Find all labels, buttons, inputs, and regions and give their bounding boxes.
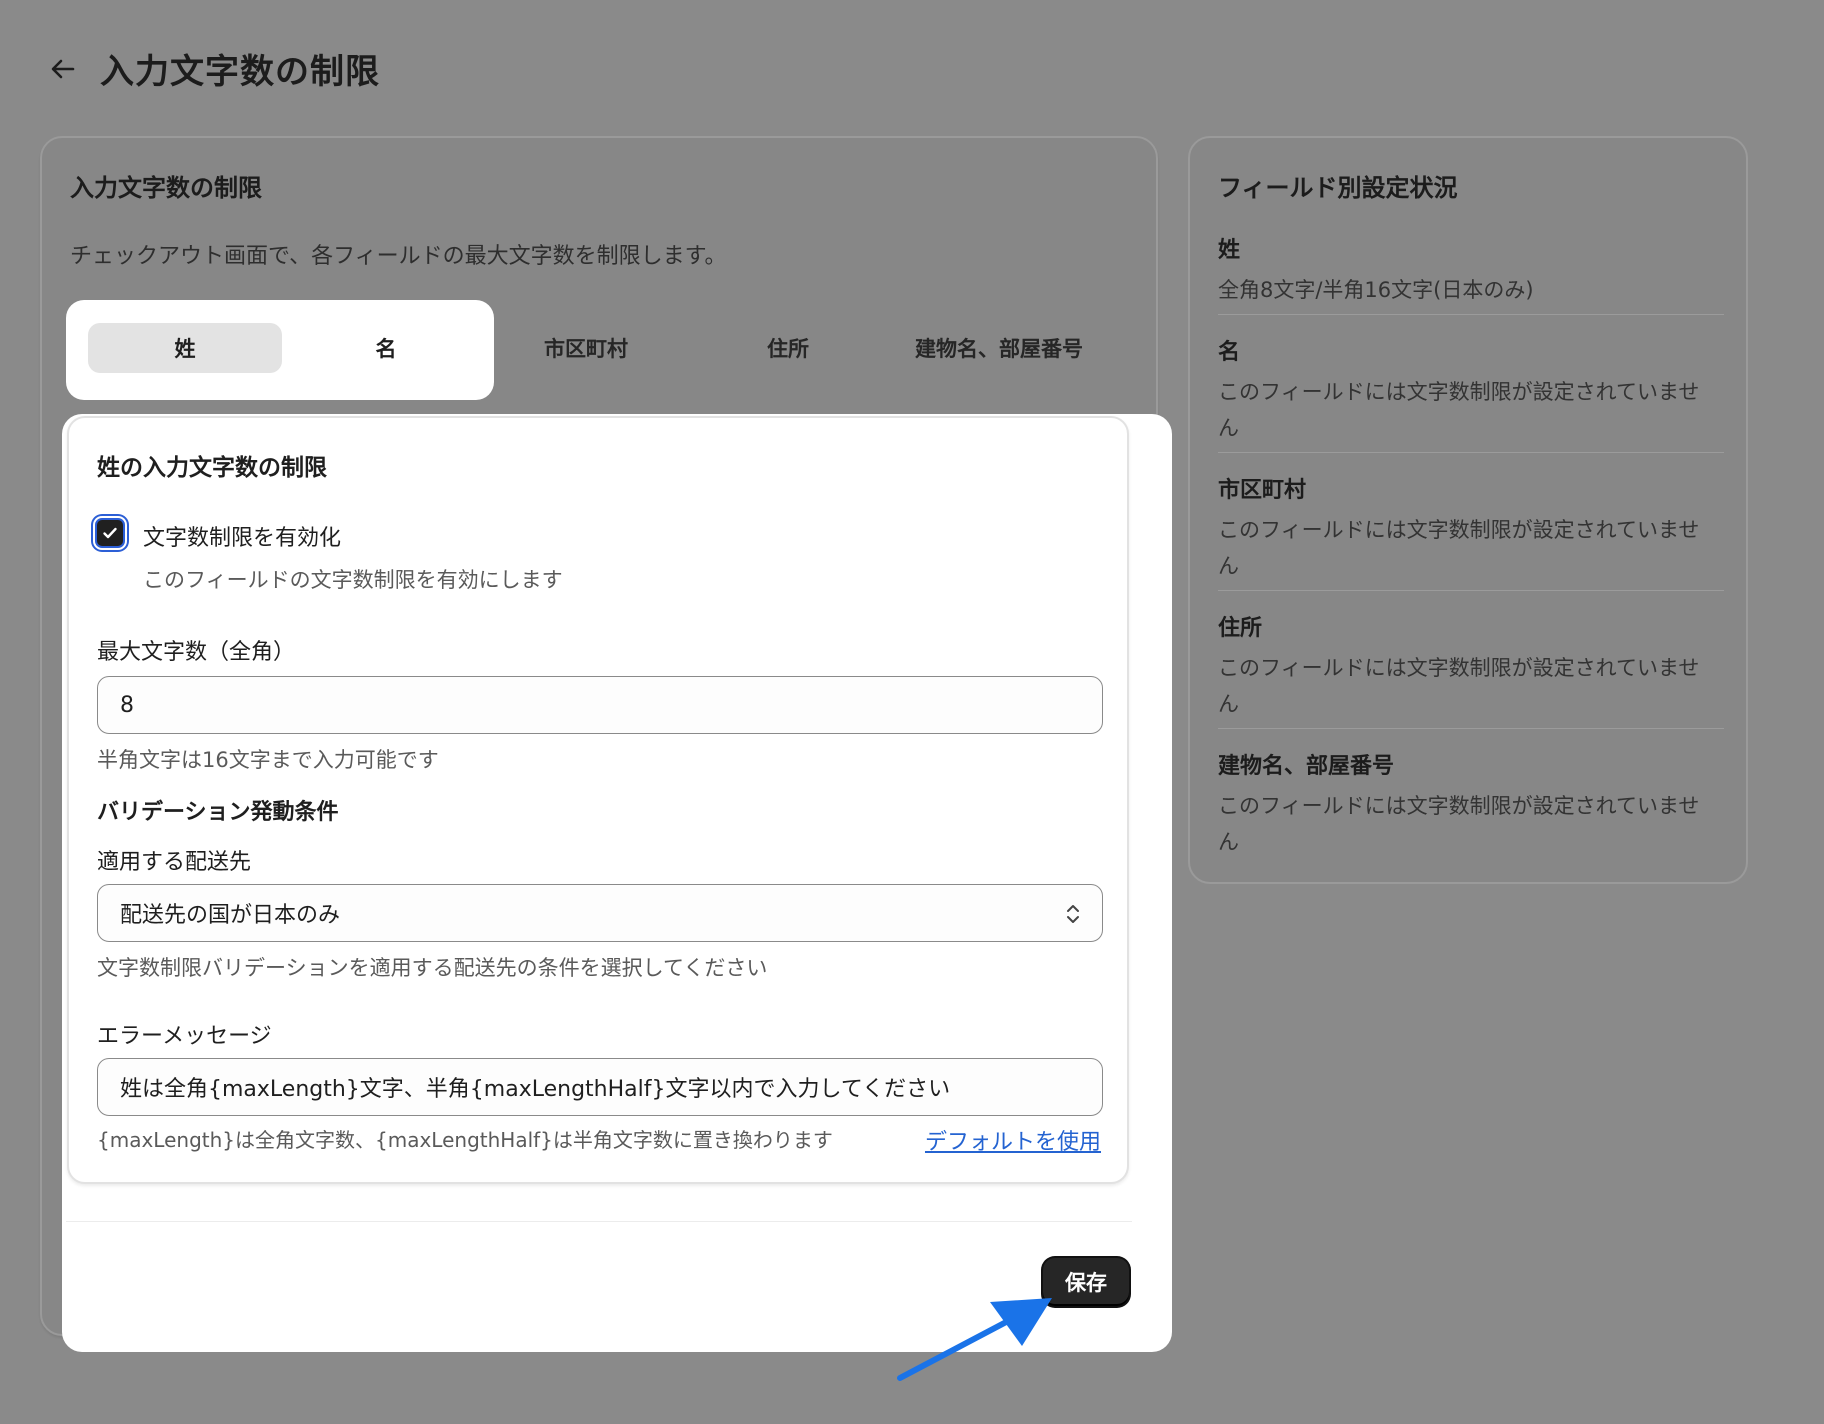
status-item-city: 市区町村 このフィールドには文字数制限が設定されていません: [1218, 472, 1724, 584]
status-value: 全角8文字/半角16文字(日本のみ): [1218, 278, 1534, 302]
status-name: 住所: [1218, 616, 1263, 641]
status-item-address: 住所 このフィールドには文字数制限が設定されていません: [1218, 610, 1724, 722]
destination-select[interactable]: 配送先の国が日本のみ: [97, 884, 1103, 942]
tab-address[interactable]: 住所: [690, 323, 886, 373]
status-name: 姓: [1218, 238, 1241, 263]
enable-limit-checkbox[interactable]: [95, 518, 125, 548]
tab-city[interactable]: 市区町村: [488, 323, 684, 373]
status-value: このフィールドには文字数制限が設定されていません: [1218, 380, 1700, 440]
status-name: 市区町村: [1218, 478, 1307, 503]
arrow-left-icon[interactable]: [48, 54, 78, 84]
error-message-label: エラーメッセージ: [97, 1024, 272, 1049]
status-item-sei: 姓 全角8文字/半角16文字(日本のみ): [1218, 232, 1724, 308]
error-message-value: 姓は全角{maxLength}文字、半角{maxLengthHalf}文字以内で…: [120, 1077, 951, 1102]
status-divider: [1218, 314, 1724, 315]
field-status-card: フィールド別設定状況 姓 全角8文字/半角16文字(日本のみ) 名 このフィール…: [1188, 136, 1748, 884]
status-value: このフィールドには文字数制限が設定されていません: [1218, 794, 1700, 854]
error-message-help: {maxLength}は全角文字数、{maxLengthHalf}は半角文字数に…: [97, 1128, 833, 1152]
status-value: このフィールドには文字数制限が設定されていません: [1218, 656, 1700, 716]
annotation-arrow-icon: [897, 1298, 1052, 1381]
max-length-help: 半角文字は16文字まで入力可能です: [97, 748, 439, 772]
card-description: チェックアウト画面で、各フィールドの最大文字数を制限します。: [70, 244, 727, 269]
max-length-label: 最大文字数（全角）: [97, 640, 296, 665]
status-divider: [1218, 728, 1724, 729]
enable-limit-help: このフィールドの文字数制限を有効にします: [143, 568, 563, 592]
chevron-up-down-icon: [1067, 905, 1079, 923]
tab-mei[interactable]: 名: [288, 323, 484, 373]
enable-limit-label[interactable]: 文字数制限を有効化: [143, 520, 341, 552]
status-item-building: 建物名、部屋番号 このフィールドには文字数制限が設定されていません: [1218, 748, 1724, 860]
use-default-link[interactable]: デフォルトを使用: [925, 1124, 1101, 1156]
page-header: 入力文字数の制限: [48, 44, 380, 93]
destination-selected-value: 配送先の国が日本のみ: [120, 903, 341, 928]
status-name: 建物名、部屋番号: [1218, 754, 1395, 779]
page-title: 入力文字数の制限: [100, 52, 380, 92]
status-card-title: フィールド別設定状況: [1218, 174, 1458, 202]
divider: [66, 1221, 1132, 1222]
error-message-input[interactable]: 姓は全角{maxLength}文字、半角{maxLengthHalf}文字以内で…: [97, 1058, 1103, 1116]
max-length-input[interactable]: 8: [97, 676, 1103, 734]
destination-help: 文字数制限バリデーションを適用する配送先の条件を選択してください: [97, 956, 768, 980]
status-divider: [1218, 590, 1724, 591]
status-item-mei: 名 このフィールドには文字数制限が設定されていません: [1218, 334, 1724, 446]
status-value: このフィールドには文字数制限が設定されていません: [1218, 518, 1700, 578]
card-title: 入力文字数の制限: [70, 174, 262, 202]
status-divider: [1218, 452, 1724, 453]
check-icon: [103, 527, 117, 539]
status-name: 名: [1218, 340, 1241, 365]
validation-section-title: バリデーション発動条件: [97, 800, 339, 825]
field-settings-title: 姓の入力文字数の制限: [97, 455, 327, 481]
tab-building[interactable]: 建物名、部屋番号: [894, 323, 1104, 373]
tab-sei[interactable]: 姓: [88, 323, 282, 373]
destination-label: 適用する配送先: [97, 850, 252, 875]
field-settings-card: 姓の入力文字数の制限 文字数制限を有効化 このフィールドの文字数制限を有効にしま…: [67, 416, 1129, 1184]
max-length-value: 8: [120, 692, 134, 718]
